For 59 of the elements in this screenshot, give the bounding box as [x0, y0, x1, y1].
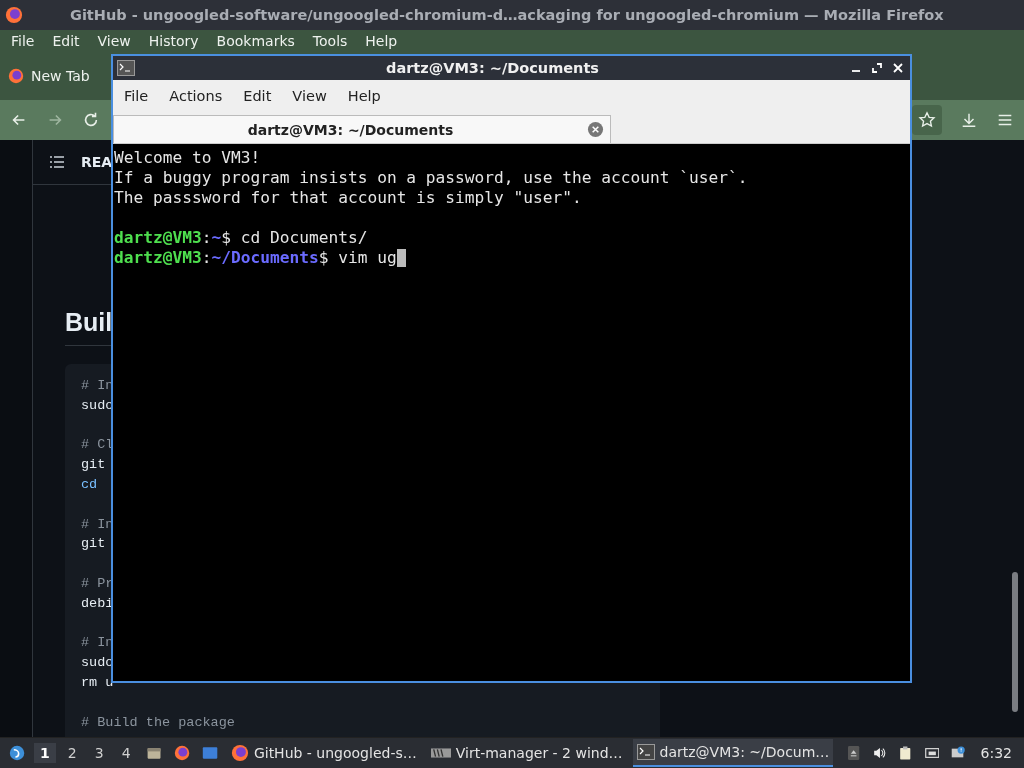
window-title: GitHub - ungoogled-software/ungoogled-chromium-d…ackaging for ungoogled-chromium — Mozilla Firefox: [70, 7, 944, 23]
menu-item[interactable]: History: [141, 33, 206, 49]
terminal-line: dartz@VM3:~/Documents$ vim ug: [114, 248, 909, 268]
menu-item[interactable]: File: [4, 33, 42, 49]
code-line: git: [81, 535, 107, 554]
menu-item[interactable]: Actions: [161, 88, 231, 104]
readme-title: REA: [81, 154, 113, 170]
workspace-button[interactable]: 1: [34, 743, 56, 763]
bookmark-button[interactable]: [912, 105, 942, 135]
tab-label: dartz@VM3: ~/Documents: [246, 121, 455, 138]
maximize-icon[interactable]: [871, 62, 883, 74]
terminal-icon: [636, 744, 655, 760]
window-title: dartz@VM3: ~/Documents: [385, 60, 600, 76]
list-icon[interactable]: [49, 154, 65, 170]
taskbar-task[interactable]: dartz@VM3: ~/Docum…: [632, 739, 834, 767]
taskbar-task[interactable]: Virt-manager - 2 wind…: [426, 739, 627, 767]
terminal-line: If a buggy program insists on a password, use the account `user`.: [114, 168, 749, 188]
workspace-button[interactable]: 4: [115, 743, 137, 763]
code-line: git: [81, 456, 107, 475]
browser-tab[interactable]: New Tab: [0, 68, 98, 84]
menu-item[interactable]: Edit: [235, 88, 280, 104]
terminal-line: The passsword for that account is simply "user".: [114, 188, 583, 208]
clock[interactable]: 6:32: [974, 745, 1018, 761]
task-label: Virt-manager - 2 wind…: [455, 745, 623, 761]
task-label: dartz@VM3: ~/Docum…: [659, 744, 830, 760]
close-icon[interactable]: [892, 62, 904, 74]
menu-item[interactable]: View: [90, 33, 138, 49]
star-icon: [918, 111, 936, 129]
firefox-icon: [5, 6, 23, 24]
menu-item[interactable]: File: [116, 88, 157, 104]
menu-item[interactable]: Tools: [305, 33, 355, 49]
firefox-icon: [8, 68, 24, 84]
download-icon[interactable]: [960, 111, 978, 129]
code-line: # Pr: [81, 574, 115, 593]
terminal-line: dartz@VM3:~$ cd Documents/: [114, 228, 369, 248]
clipboard-icon[interactable]: [898, 744, 913, 762]
workspace-button[interactable]: 3: [88, 743, 110, 763]
terminal-tab[interactable]: dartz@VM3: ~/Documents: [113, 115, 611, 143]
firefox-icon[interactable]: [173, 743, 190, 763]
terminal-line: Welcome to VM3!: [114, 148, 262, 168]
scrollbar[interactable]: [1012, 572, 1018, 712]
reload-icon[interactable]: [82, 111, 100, 129]
code-line: debi: [81, 594, 115, 613]
code-line: # Build the package: [81, 713, 236, 732]
code-line: cd: [81, 476, 99, 494]
monitor-icon: [430, 746, 451, 760]
menu-item[interactable]: Help: [339, 88, 389, 104]
tray-expand-icon[interactable]: [848, 744, 860, 762]
taskbar-task[interactable]: GitHub - ungoogled-s…: [226, 739, 421, 767]
menu-item[interactable]: Help: [358, 33, 405, 49]
workspace-button[interactable]: 2: [61, 743, 83, 763]
terminal-icon: [117, 60, 135, 76]
tab-label: New Tab: [31, 68, 90, 84]
menu-item[interactable]: View: [284, 88, 335, 104]
menu-item[interactable]: Bookmarks: [209, 33, 302, 49]
firefox-icon: [230, 744, 249, 762]
menu-item[interactable]: Edit: [45, 33, 87, 49]
task-label: GitHub - ungoogled-s…: [253, 745, 417, 761]
start-menu-icon[interactable]: [9, 743, 26, 763]
